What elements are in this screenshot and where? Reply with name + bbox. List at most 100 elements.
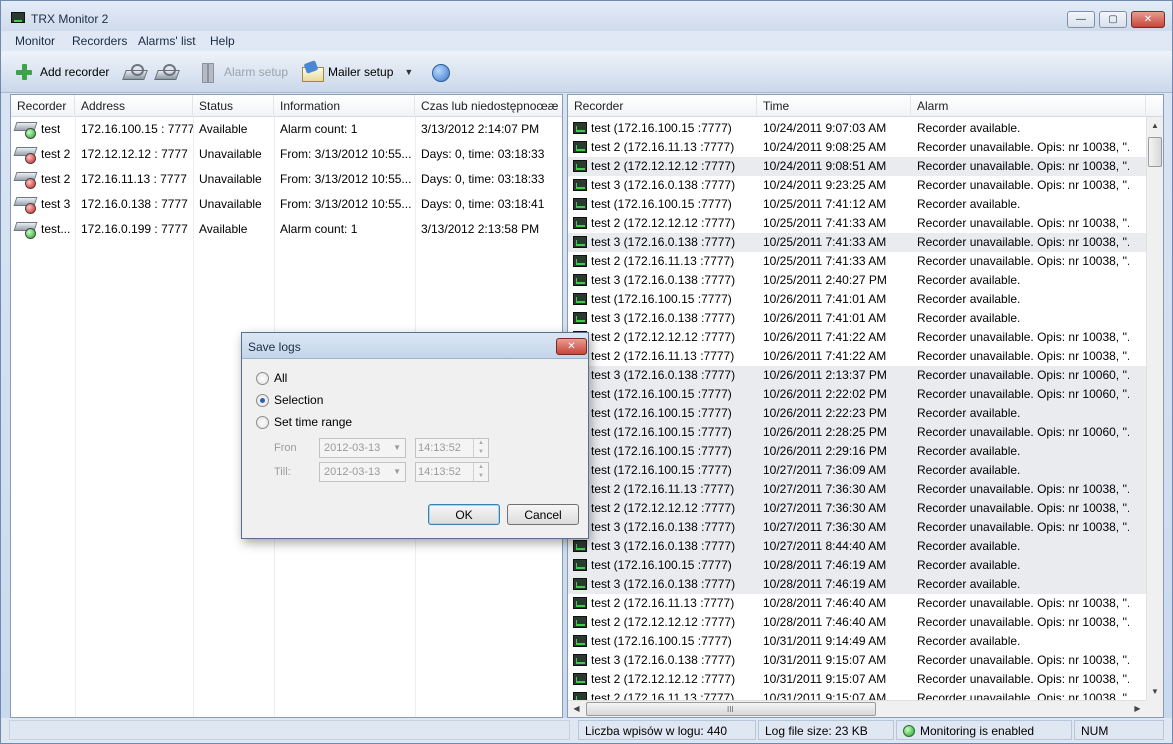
spin-up-icon[interactable]: ▲ <box>478 440 484 446</box>
log-row[interactable]: test 3 (172.16.0.138 :7777) 10/28/2011 7:… <box>568 575 1146 594</box>
radio-selection[interactable]: Selection <box>256 392 323 408</box>
add-recorder-button[interactable]: Add recorder <box>13 61 109 83</box>
till-time-spin-icon[interactable]: ▲ ▼ <box>473 463 488 481</box>
scroll-thumb[interactable] <box>1148 137 1162 167</box>
log-row[interactable]: test (172.16.100.15 :7777) 10/31/2011 9:1… <box>568 632 1146 651</box>
log-alarm: Recorder available. <box>917 292 1021 306</box>
log-monitor-icon <box>573 179 587 191</box>
col-status[interactable]: Status <box>193 95 274 117</box>
menu-alarms-list[interactable]: Alarms' list <box>138 34 196 48</box>
till-time-spinner[interactable]: 14:13:52 ▲ ▼ <box>415 462 489 482</box>
log-row[interactable]: test 2 (172.16.11.13 :7777) 10/26/2011 7:… <box>568 347 1146 366</box>
recorder-row[interactable]: test 3 172.16.0.138 : 7777 Unavailable From… <box>11 192 562 217</box>
log-row[interactable]: test 2 (172.12.12.12 :7777) 10/28/2011 7:… <box>568 613 1146 632</box>
radio-time-range[interactable]: Set time range <box>256 414 352 430</box>
radio-selection-circle[interactable] <box>256 393 269 407</box>
alarm-setup-button[interactable]: Alarm setup <box>197 61 288 83</box>
log-row[interactable]: test 2 (172.12.12.12 :7777) 10/26/2011 7:… <box>568 328 1146 347</box>
spin-up-icon[interactable]: ▲ <box>478 464 484 470</box>
log-row[interactable]: test 3 (172.16.0.138 :7777) 10/27/2011 8:… <box>568 537 1146 556</box>
log-row[interactable]: test 2 (172.12.12.12 :7777) 10/24/2011 9:… <box>568 157 1146 176</box>
logs-horizontal-scrollbar[interactable]: ◀ III ▶ <box>568 700 1146 717</box>
recorder-row[interactable]: test 2 172.16.11.13 : 7777 Unavailable From… <box>11 167 562 192</box>
log-row[interactable]: test 3 (172.16.0.138 :7777) 10/31/2011 9:… <box>568 651 1146 670</box>
log-row[interactable]: test 3 (172.16.0.138 :7777) 10/24/2011 9:… <box>568 176 1146 195</box>
col-log-recorder[interactable]: Recorder <box>568 95 757 117</box>
log-recorder: test 2 (172.12.12.12 :7777) <box>591 216 736 230</box>
radio-all[interactable]: All <box>256 370 287 386</box>
col-log-time[interactable]: Time <box>757 95 911 117</box>
ok-button[interactable]: OK <box>428 504 500 525</box>
from-time-spin-icon[interactable]: ▲ ▼ <box>473 439 488 457</box>
log-row[interactable]: test (172.16.100.15 :7777) 10/24/2011 9:0… <box>568 119 1146 138</box>
log-row[interactable]: test 3 (172.16.0.138 :7777) 10/26/2011 2:… <box>568 366 1146 385</box>
log-time: 10/26/2011 2:22:02 PM <box>763 387 887 401</box>
cancel-button[interactable]: Cancel <box>507 504 579 525</box>
menu-monitor[interactable]: Monitor <box>15 34 55 48</box>
col-recorder[interactable]: Recorder <box>11 95 75 117</box>
log-row[interactable]: test (172.16.100.15 :7777) 10/25/2011 7:4… <box>568 195 1146 214</box>
recorder-status: Unavailable <box>199 197 262 211</box>
from-time-spinner[interactable]: 14:13:52 ▲ ▼ <box>415 438 489 458</box>
log-row[interactable]: test 3 (172.16.0.138 :7777) 10/27/2011 7:… <box>568 518 1146 537</box>
spin-down-icon[interactable]: ▼ <box>478 473 484 479</box>
log-row[interactable]: test (172.16.100.15 :7777) 10/26/2011 2:2… <box>568 442 1146 461</box>
log-row[interactable]: test 2 (172.16.11.13 :7777) 10/25/2011 7:… <box>568 252 1146 271</box>
col-time[interactable]: Czas lub niedostępnoœæ <box>415 95 562 117</box>
log-recorder: test (172.16.100.15 :7777) <box>591 425 732 439</box>
logs-header: Recorder Time Alarm <box>568 95 1163 117</box>
radio-time-range-circle[interactable] <box>256 415 269 429</box>
recorder-row[interactable]: test 172.16.100.15 : 7777 Available Alarm c… <box>11 117 562 142</box>
log-monitor-icon <box>573 578 587 590</box>
log-row[interactable]: test (172.16.100.15 :7777) 10/26/2011 2:2… <box>568 404 1146 423</box>
log-row[interactable]: test 2 (172.16.11.13 :7777) 10/27/2011 7:… <box>568 480 1146 499</box>
recorder-row[interactable]: test 2 172.12.12.12 : 7777 Unavailable From… <box>11 142 562 167</box>
dialog-close-button[interactable]: ✕ <box>556 338 587 355</box>
recorder-cell: test... <box>11 217 75 242</box>
menu-recorders[interactable]: Recorders <box>72 34 127 48</box>
log-row[interactable]: test (172.16.100.15 :7777) 10/27/2011 7:3… <box>568 461 1146 480</box>
spin-down-icon[interactable]: ▼ <box>478 449 484 455</box>
log-row[interactable]: test (172.16.100.15 :7777) 10/26/2011 2:2… <box>568 385 1146 404</box>
from-label: Fron <box>274 442 297 454</box>
edit-recorder-button[interactable] <box>123 61 145 83</box>
log-row[interactable]: test (172.16.100.15 :7777) 10/26/2011 7:4… <box>568 290 1146 309</box>
scroll-up-icon[interactable]: ▲ <box>1147 117 1163 134</box>
log-row[interactable]: test 2 (172.16.11.13 :7777) 10/24/2011 9:… <box>568 138 1146 157</box>
log-row[interactable]: test 3 (172.16.0.138 :7777) 10/25/2011 7:… <box>568 233 1146 252</box>
close-button[interactable]: ✕ <box>1131 11 1165 28</box>
horizontal-scroll-thumb[interactable]: III <box>586 702 876 716</box>
col-address[interactable]: Address <box>75 95 193 117</box>
remove-recorder-button[interactable] <box>155 61 177 83</box>
maximize-button[interactable]: ▢ <box>1099 11 1127 28</box>
col-information[interactable]: Information <box>274 95 415 117</box>
log-alarm: Recorder available. <box>917 444 1021 458</box>
log-recorder: test 2 (172.12.12.12 :7777) <box>591 501 736 515</box>
log-monitor-icon <box>573 198 587 210</box>
radio-all-circle[interactable] <box>256 371 269 385</box>
till-date-picker[interactable]: 2012-03-13 ▼ <box>319 462 406 482</box>
log-row[interactable]: test 2 (172.12.12.12 :7777) 10/31/2011 9:… <box>568 670 1146 689</box>
log-row[interactable]: test 3 (172.16.0.138 :7777) 10/25/2011 2:… <box>568 271 1146 290</box>
log-row[interactable]: test (172.16.100.15 :7777) 10/26/2011 2:2… <box>568 423 1146 442</box>
log-row[interactable]: test 3 (172.16.0.138 :7777) 10/26/2011 7:… <box>568 309 1146 328</box>
network-button[interactable] <box>429 61 451 83</box>
col-log-alarm[interactable]: Alarm <box>911 95 1146 117</box>
scroll-left-icon[interactable]: ◀ <box>568 701 585 717</box>
dropdown-arrow-icon[interactable]: ▼ <box>404 67 413 77</box>
log-row[interactable]: test 2 (172.12.12.12 :7777) 10/25/2011 7:… <box>568 214 1146 233</box>
log-alarm: Recorder unavailable. Opis: nr 10038, ''… <box>917 482 1129 496</box>
scroll-down-icon[interactable]: ▼ <box>1147 683 1163 700</box>
recorder-row[interactable]: test... 172.16.0.199 : 7777 Available Alarm… <box>11 217 562 242</box>
scroll-right-icon[interactable]: ▶ <box>1129 701 1146 717</box>
menu-help[interactable]: Help <box>210 34 235 48</box>
log-row[interactable]: test (172.16.100.15 :7777) 10/28/2011 7:4… <box>568 556 1146 575</box>
till-date-dropdown-icon[interactable]: ▼ <box>393 463 401 481</box>
logs-vertical-scrollbar[interactable]: ▲ ▼ <box>1146 117 1163 700</box>
from-date-dropdown-icon[interactable]: ▼ <box>393 439 401 457</box>
log-row[interactable]: test 2 (172.12.12.12 :7777) 10/27/2011 7:… <box>568 499 1146 518</box>
log-row[interactable]: test 2 (172.16.11.13 :7777) 10/28/2011 7:… <box>568 594 1146 613</box>
from-date-picker[interactable]: 2012-03-13 ▼ <box>319 438 406 458</box>
mailer-setup-button[interactable]: Mailer setup ▼ <box>301 61 413 83</box>
minimize-button[interactable]: — <box>1067 11 1095 28</box>
